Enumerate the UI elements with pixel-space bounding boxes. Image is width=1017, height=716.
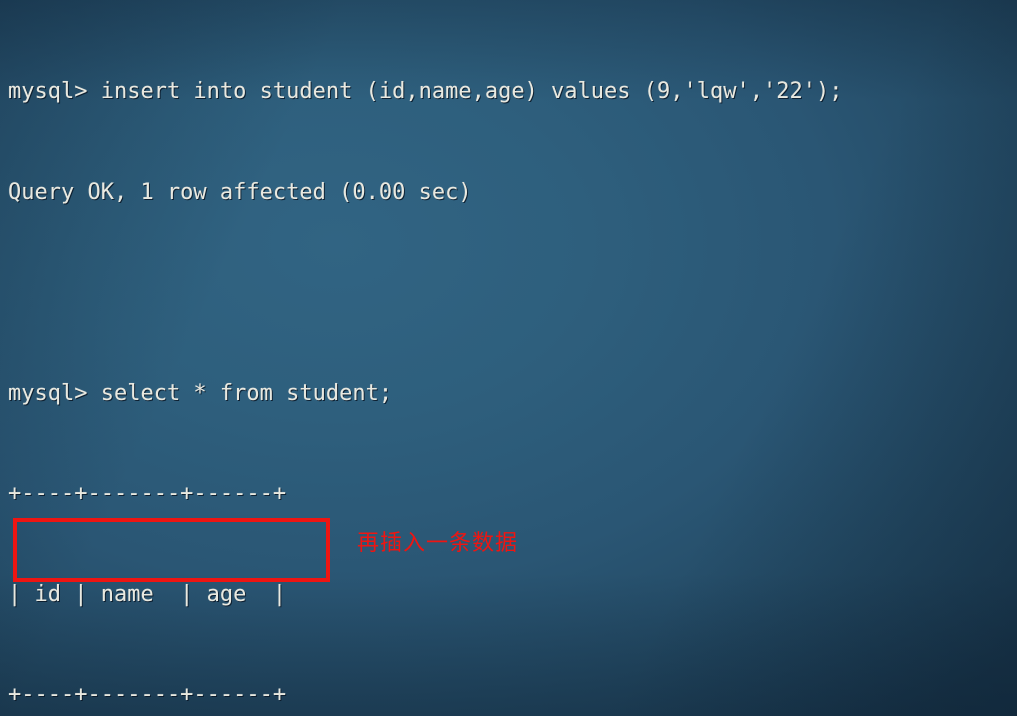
table-header-row: | id | name | age | [8,581,287,607]
annotation-label: 再插入一条数据 [357,531,519,556]
terminal-output-area: mysql> insert into student (id,name,age)… [8,8,1017,716]
terminal-line-select-command: mysql> select * from student; [8,380,393,406]
mysql-terminal-window[interactable]: mysql> insert into student (id,name,age)… [0,0,1017,716]
table-header-separator: +----+-------+------+ [8,682,287,707]
terminal-line-insert-command: mysql> insert into student (id,name,age)… [8,79,843,104]
table-top-border: +----+-------+------+ [8,481,287,506]
terminal-line-insert-result: Query OK, 1 row affected (0.00 sec) [8,179,472,205]
